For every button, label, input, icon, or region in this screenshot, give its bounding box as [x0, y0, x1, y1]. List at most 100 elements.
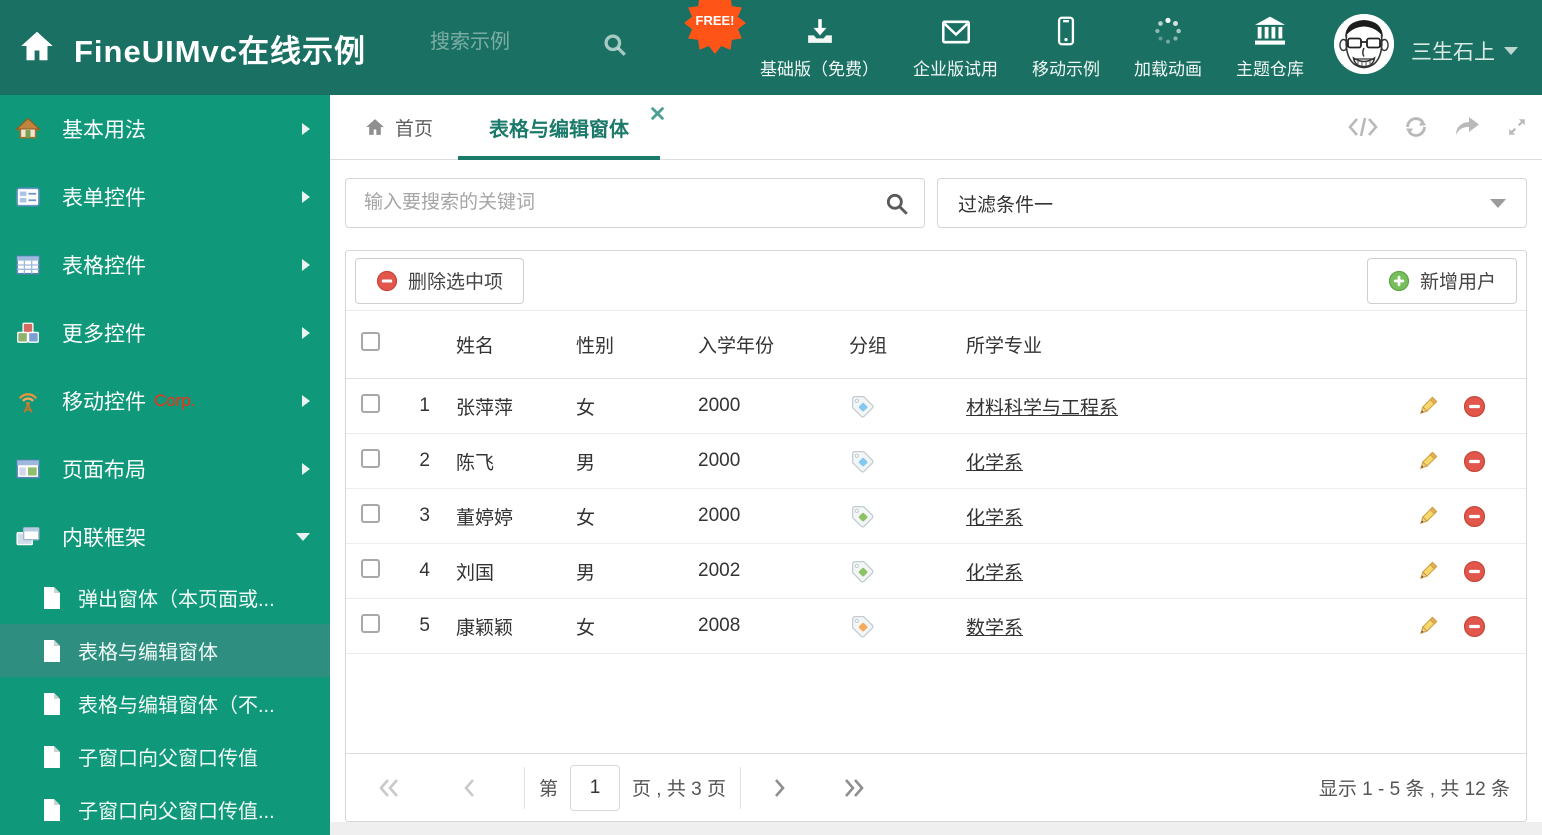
major-link[interactable]: 材料科学与工程系 [966, 398, 1118, 419]
user-menu[interactable]: 三生石上 [1411, 36, 1518, 66]
header-search-icon[interactable] [602, 32, 628, 63]
cell-group [849, 395, 966, 418]
page-icon [42, 586, 62, 610]
delete-icon[interactable] [1463, 505, 1486, 528]
refresh-icon[interactable] [1404, 115, 1428, 139]
sidebar-item-label: 表格控件 [62, 255, 146, 278]
menu-item-basic-edition[interactable]: 基础版（免费） [760, 16, 879, 80]
delete-icon[interactable] [1463, 395, 1486, 418]
add-user-button[interactable]: 新增用户 [1366, 257, 1517, 304]
tab-bar: 首页 表格与编辑窗体 [330, 95, 1542, 160]
source-code-icon[interactable] [1348, 116, 1378, 138]
major-link[interactable]: 化学系 [966, 508, 1023, 529]
cell-gender: 女 [576, 617, 596, 639]
sidebar-subitem-label: 子窗口向父窗口传值 [78, 748, 258, 770]
antenna-icon [14, 388, 44, 414]
first-page-button[interactable] [378, 777, 400, 799]
tag-icon [852, 395, 874, 418]
search-icon[interactable] [884, 191, 910, 222]
col-gender: 性别 [576, 336, 615, 357]
table-body: 1 张萍萍 女 2000 材料科学与工程系 2 陈飞 男 2000 化学系 3 … [346, 379, 1526, 753]
sidebar-subitem-child-to-parent-2[interactable]: 子窗口向父窗口传值... [0, 783, 330, 835]
sidebar-subitem-popup-window[interactable]: 弹出窗体（本页面或... [0, 571, 330, 624]
row-checkbox[interactable] [361, 503, 380, 523]
sidebar-item-mobile-controls[interactable]: 移动控件 Corp. [0, 367, 330, 435]
tab-grid-edit-window[interactable]: 表格与编辑窗体 [458, 95, 664, 160]
edit-icon[interactable] [1416, 395, 1439, 418]
cell-gender: 男 [576, 562, 596, 584]
sidebar-item-label: 更多控件 [62, 323, 146, 346]
sidebar-item-grid-controls[interactable]: 表格控件 [0, 231, 330, 299]
keyword-search-input[interactable] [362, 191, 872, 215]
top-menu: 基础版（免费） 企业版试用 移动示例 加载动画 主题仓库 [760, 0, 1304, 95]
table-row: 2 陈飞 男 2000 化学系 [346, 434, 1526, 489]
open-new-window-icon[interactable] [1454, 116, 1480, 138]
sidebar-subitem-label: 表格与编辑窗体 [78, 642, 218, 664]
menu-item-loading-animation[interactable]: 加载动画 [1134, 16, 1202, 80]
major-link[interactable]: 数学系 [966, 618, 1023, 639]
sidebar-item-basic-usage[interactable]: 基本用法 [0, 95, 330, 163]
row-checkbox[interactable] [361, 558, 380, 578]
cell-group [849, 615, 966, 638]
sidebar-item-more-controls[interactable]: 更多控件 [0, 299, 330, 367]
table-header-row: 姓名 性别 入学年份 分组 所学专业 [346, 311, 1526, 379]
cell-major: 数学系 [966, 613, 1376, 640]
filter-dropdown[interactable]: 过滤条件一 [937, 178, 1527, 228]
cell-name: 康颖颖 [456, 617, 514, 639]
sidebar-subitem-grid-edit-window[interactable]: 表格与编辑窗体 [0, 624, 330, 677]
plus-circle-icon [1388, 270, 1410, 291]
last-page-button[interactable] [843, 777, 865, 799]
cell-gender: 女 [576, 397, 596, 419]
cell-name: 董婷婷 [456, 507, 514, 529]
sidebar-item-page-layout[interactable]: 页面布局 [0, 435, 330, 503]
edit-icon[interactable] [1416, 560, 1439, 583]
cell-actions [1376, 560, 1526, 583]
sidebar-subitem-grid-edit-window-2[interactable]: 表格与编辑窗体（不... [0, 677, 330, 730]
sidebar-subitem-label: 表格与编辑窗体（不... [78, 695, 275, 717]
sidebar-item-form-controls[interactable]: 表单控件 [0, 163, 330, 231]
sidebar: 基本用法 表单控件 表格控件 更多控件 移动控件 Corp. 页面布局 内联框架… [0, 95, 330, 835]
menu-item-enterprise-trial[interactable]: 企业版试用 [913, 16, 998, 80]
edit-icon[interactable] [1416, 505, 1439, 528]
menu-item-mobile-demo[interactable]: 移动示例 [1032, 16, 1100, 80]
table-row: 4 刘国 男 2002 化学系 [346, 544, 1526, 599]
chevron-down-icon [1490, 198, 1506, 208]
avatar[interactable] [1334, 14, 1394, 74]
tab-home[interactable]: 首页 [364, 95, 433, 159]
select-all-checkbox[interactable] [361, 332, 380, 351]
row-number: 2 [419, 450, 430, 471]
edit-icon[interactable] [1416, 615, 1439, 638]
cell-name: 刘国 [456, 562, 495, 584]
cell-year: 2000 [698, 505, 741, 526]
row-number: 4 [419, 560, 430, 581]
cell-major: 化学系 [966, 503, 1376, 530]
edit-icon[interactable] [1416, 450, 1439, 473]
page-number-input[interactable] [570, 764, 621, 811]
menu-item-label: 企业版试用 [913, 59, 998, 79]
tab-close-icon[interactable] [651, 107, 664, 120]
row-checkbox[interactable] [361, 448, 380, 468]
delete-icon[interactable] [1463, 615, 1486, 638]
record-summary: 显示 1 - 5 条 , 共 12 条 [1318, 779, 1510, 800]
delete-selected-button[interactable]: 删除选中项 [355, 257, 525, 304]
delete-icon[interactable] [1463, 450, 1486, 473]
row-checkbox[interactable] [361, 613, 380, 633]
menu-item-theme-store[interactable]: 主题仓库 [1236, 16, 1304, 80]
major-link[interactable]: 化学系 [966, 563, 1023, 584]
brand-home-icon[interactable] [18, 28, 56, 69]
chevron-right-icon [302, 191, 310, 203]
col-year: 入学年份 [698, 336, 775, 357]
prev-page-button[interactable] [462, 777, 476, 799]
delete-icon[interactable] [1463, 560, 1486, 583]
chevron-right-icon [302, 259, 310, 271]
sidebar-subitem-child-to-parent[interactable]: 子窗口向父窗口传值 [0, 730, 330, 783]
header-search-input[interactable] [428, 30, 588, 55]
major-link[interactable]: 化学系 [966, 453, 1023, 474]
page-suffix-label: 页 , 共 3 页 [632, 779, 726, 800]
row-checkbox[interactable] [361, 393, 380, 413]
pager-divider [524, 766, 525, 809]
sidebar-item-inline-frame[interactable]: 内联框架 [0, 503, 330, 571]
next-page-button[interactable] [773, 777, 787, 799]
expand-icon[interactable] [1506, 116, 1528, 138]
delete-selected-label: 删除选中项 [408, 272, 504, 293]
